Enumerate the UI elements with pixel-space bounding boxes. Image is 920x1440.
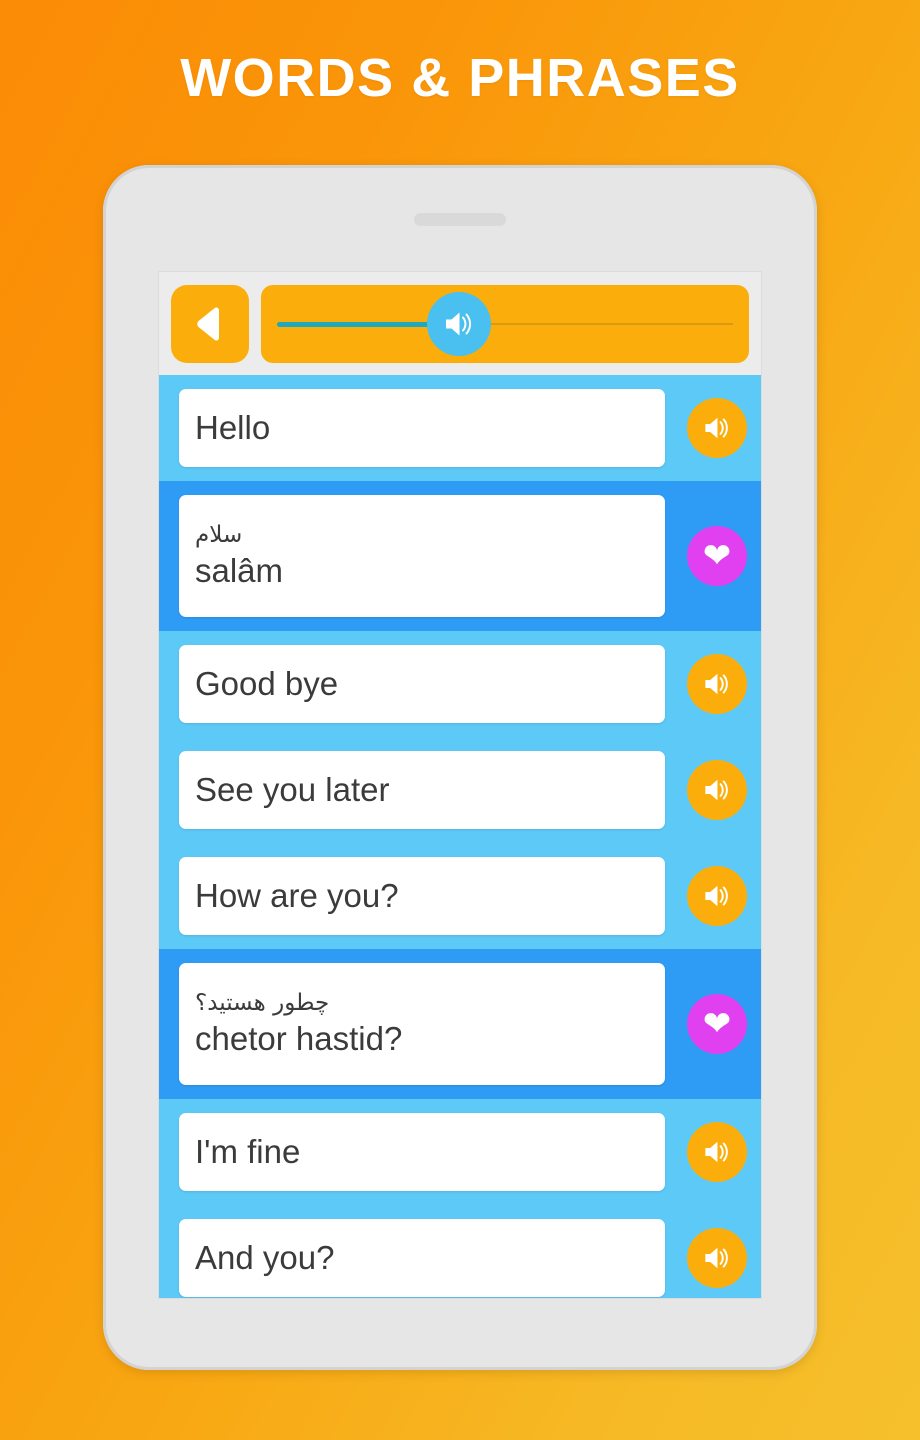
transliteration-text: salâm [195,551,284,589]
speaker-icon[interactable] [687,866,747,926]
list-item[interactable]: And you? [159,1205,761,1298]
native-text: چطور هستید؟ [195,990,330,1017]
list-item[interactable]: چطور هستید؟ chetor hastid? ❤ [159,949,761,1099]
earpiece-speaker-icon [414,213,506,226]
heart-glyph: ❤ [702,1005,732,1043]
speaker-icon[interactable] [687,1228,747,1288]
phrase-card[interactable]: How are you? [179,857,665,935]
phrase-card[interactable]: And you? [179,1219,665,1297]
heart-icon[interactable]: ❤ [687,526,747,586]
list-item[interactable]: See you later [159,737,761,843]
phrase-card[interactable]: چطور هستید؟ chetor hastid? [179,963,665,1085]
phrase-card[interactable]: Hello [179,389,665,467]
phrase-text: See you later [195,771,390,808]
speaker-icon[interactable] [687,1122,747,1182]
transliteration-text: chetor hastid? [195,1019,403,1057]
phrase-text: And you? [195,1239,335,1276]
phrase-card[interactable]: Good bye [179,645,665,723]
heart-glyph: ❤ [702,537,732,575]
page-title: WORDS & PHRASES [180,48,740,108]
phrase-text: I'm fine [195,1133,301,1170]
phrase-list: Hello سلام salâm ❤ Good bye See you late… [159,375,761,1298]
toolbar [159,272,761,375]
back-button[interactable] [171,284,249,363]
speaker-icon[interactable] [687,654,747,714]
slider-thumb-speaker-icon[interactable] [427,291,491,356]
back-triangle-icon [188,302,232,346]
phrase-card[interactable]: I'm fine [179,1113,665,1191]
list-item[interactable]: سلام salâm ❤ [159,481,761,631]
native-text: سلام [195,522,243,549]
list-item[interactable]: How are you? [159,843,761,949]
volume-slider[interactable] [261,284,749,363]
heart-icon[interactable]: ❤ [687,994,747,1054]
speaker-icon[interactable] [687,398,747,458]
phrase-text: Hello [195,409,271,446]
list-item[interactable]: Hello [159,375,761,481]
phrase-card[interactable]: سلام salâm [179,495,665,617]
phone-mockup: Hello سلام salâm ❤ Good bye See you late… [103,165,817,1370]
phone-screen: Hello سلام salâm ❤ Good bye See you late… [158,271,762,1299]
phrase-text: Good bye [195,665,339,702]
speaker-icon[interactable] [687,760,747,820]
phrase-text: How are you? [195,877,399,914]
list-item[interactable]: I'm fine [159,1099,761,1205]
list-item[interactable]: Good bye [159,631,761,737]
phrase-card[interactable]: See you later [179,751,665,829]
